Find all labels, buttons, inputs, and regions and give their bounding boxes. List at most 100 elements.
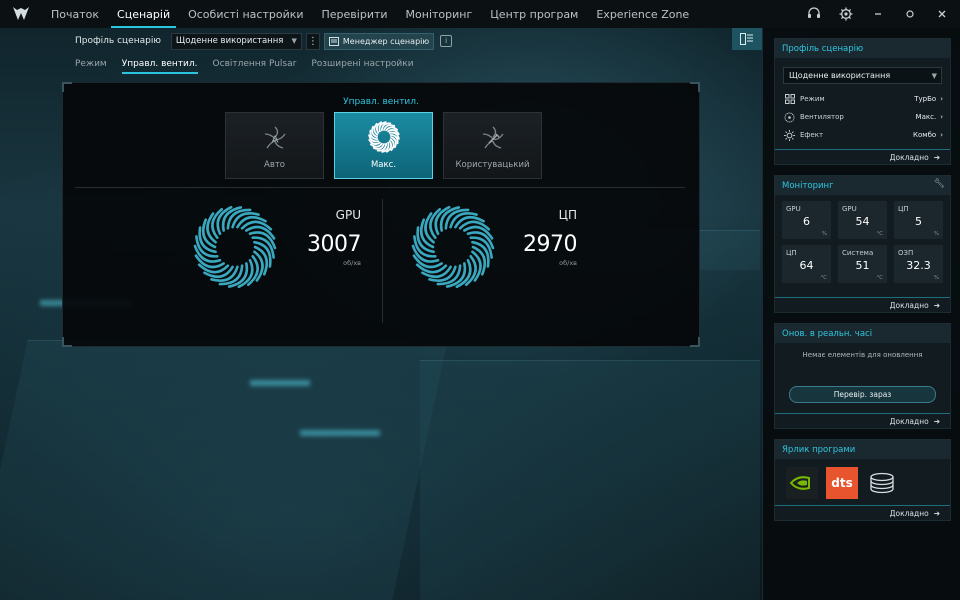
nav-personal-settings[interactable]: Особисті настройки	[179, 0, 312, 28]
cpu-fan-name: ЦП	[558, 208, 577, 222]
details-label: Докладно	[889, 152, 929, 162]
details-label: Докладно	[889, 416, 929, 426]
panel-corner	[62, 82, 72, 92]
panel-divider	[382, 199, 383, 323]
updates-card-details-link[interactable]: Докладно ➔	[775, 413, 950, 428]
custom-fan-icon	[482, 126, 504, 149]
updates-card-title: Онов. в реальн. часі	[775, 324, 950, 343]
arrow-right-icon: ➔	[933, 152, 940, 162]
nav-scenario[interactable]: Сценарій	[108, 0, 179, 28]
settings-gear-icon[interactable]	[838, 6, 854, 22]
effect-sun-icon	[784, 129, 795, 141]
scenario-subtabs: Режим Управл. вентил. Освітлення Pulsar …	[75, 56, 429, 74]
chevron-down-icon: ▼	[931, 71, 937, 80]
cpu-fan-graphic	[411, 205, 495, 289]
nav-app-center[interactable]: Центр програм	[481, 0, 587, 28]
profile-row-effect[interactable]: Ефект Комбо ›	[775, 126, 950, 144]
profile-row-mode[interactable]: Режим ТурБо ›	[775, 90, 950, 108]
fan-mode-auto[interactable]: A Авто	[225, 112, 324, 179]
max-fan-icon	[367, 121, 400, 153]
fan-mode-max[interactable]: Макс.	[334, 112, 433, 179]
profile-card: Профіль сценарію Щоденне використання ▼ …	[774, 38, 951, 165]
cpu-fan-unit: об/хв	[559, 259, 577, 267]
headset-icon[interactable]	[806, 6, 822, 22]
profile-row-fan-label: Вентилятор	[800, 113, 844, 121]
monitor-gpu-load: GPU 6 %	[782, 201, 831, 239]
fan-mode-custom[interactable]: Користувацький	[443, 112, 542, 179]
close-icon[interactable]	[934, 6, 950, 22]
nav-monitoring[interactable]: Моніторинг	[397, 0, 482, 28]
profile-row-effect-label: Ефект	[800, 131, 824, 139]
profile-card-select[interactable]: Щоденне використання ▼	[783, 67, 942, 84]
chevron-right-icon: ›	[940, 95, 943, 103]
maximize-icon[interactable]	[902, 6, 918, 22]
dts-icon[interactable]: dts	[826, 467, 858, 499]
fan-mode-auto-label: Авто	[264, 160, 285, 170]
monitoring-card-title-text: Моніторинг	[782, 180, 834, 191]
monitor-ram-load: ОЗП 32.3 %	[894, 245, 943, 283]
profile-select[interactable]: Щоденне використання ▼	[170, 32, 302, 50]
fan-mode-max-label: Макс.	[370, 160, 397, 170]
realtime-updates-card: Онов. в реальн. часі Немає елементів для…	[774, 323, 951, 429]
monitoring-grid: GPU 6 % GPU 54 °C ЦП 5 % ЦП 64 °C Систем…	[775, 195, 950, 289]
no-updates-note: Немає елементів для оновлення	[802, 351, 923, 359]
fan-icon	[784, 112, 795, 123]
predator-logo-icon[interactable]	[8, 0, 34, 28]
fan-control-panel: Управл. вентил. A Авто Макс. Користуваць…	[62, 82, 700, 347]
shortcut-list: dts	[775, 459, 950, 507]
gpu-fan-name: GPU	[335, 208, 361, 222]
arrow-right-icon: ➔	[933, 508, 940, 518]
minimize-icon[interactable]	[870, 6, 886, 22]
fan-mode-cards: A Авто Макс. Користувацький	[225, 112, 542, 179]
sidebar-toggle-button[interactable]	[732, 28, 762, 50]
scenario-manager-button[interactable]: Менеджер сценарію	[323, 32, 435, 50]
profile-row-effect-value: Комбо	[913, 131, 937, 139]
sidebar-panel-icon	[740, 33, 753, 45]
fan-mode-custom-label: Користувацький	[455, 160, 530, 170]
subtab-mode[interactable]: Режим	[75, 56, 107, 72]
profile-row-fan[interactable]: Вентилятор Макс. ›	[775, 108, 950, 126]
details-label: Докладно	[889, 300, 929, 310]
gpu-fan-rpm: 3007	[307, 232, 362, 257]
details-label: Докладно	[889, 508, 929, 518]
check-now-button[interactable]: Перевір. зараз	[789, 386, 936, 403]
profile-label: Профіль сценарію	[75, 36, 161, 46]
chevron-right-icon: ›	[940, 113, 943, 121]
subtab-advanced-settings[interactable]: Розширені настройки	[311, 56, 413, 72]
profile-select-value: Щоденне використання	[175, 36, 284, 46]
storage-disk-icon[interactable]	[866, 467, 898, 499]
subtab-fan-control[interactable]: Управл. вентил.	[121, 56, 198, 74]
main-nav: Початок Сценарій Особисті настройки Пере…	[42, 0, 698, 28]
wrench-icon[interactable]: 🔧︎	[934, 179, 945, 189]
app-shortcuts-card: Ярлик програми dts Докладно ➔	[774, 439, 951, 521]
panel-corner	[690, 337, 700, 347]
right-sidebar: Профіль сценарію Щоденне використання ▼ …	[762, 28, 960, 600]
nav-experience-zone[interactable]: Experience Zone	[587, 0, 698, 28]
cpu-fan-rpm: 2970	[523, 232, 578, 257]
arrow-right-icon: ➔	[933, 416, 940, 426]
nav-check[interactable]: Перевірити	[313, 0, 397, 28]
profile-card-details-link[interactable]: Докладно ➔	[775, 149, 950, 164]
monitor-cpu-load: ЦП 5 %	[894, 201, 943, 239]
arrow-right-icon: ➔	[933, 300, 940, 310]
monitor-gpu-temp: GPU 54 °C	[838, 201, 887, 239]
svg-text:A: A	[271, 135, 278, 146]
scenario-manager-label: Менеджер сценарію	[342, 36, 430, 46]
gpu-fan-block: GPU 3007 об/хв	[63, 205, 362, 318]
nav-home[interactable]: Початок	[42, 0, 108, 28]
gpu-fan-unit: об/хв	[343, 259, 361, 267]
panel-corner	[690, 82, 700, 92]
nvidia-icon[interactable]	[786, 467, 818, 499]
more-options-button[interactable]: ⋮	[305, 32, 320, 50]
shortcuts-card-details-link[interactable]: Докладно ➔	[775, 505, 950, 520]
panel-corner	[62, 337, 72, 347]
monitoring-card-details-link[interactable]: Докладно ➔	[775, 297, 950, 312]
auto-fan-icon: A	[264, 126, 286, 149]
top-bar: Початок Сценарій Особисті настройки Пере…	[0, 0, 960, 28]
subtab-pulsar-lighting[interactable]: Освітлення Pulsar	[213, 56, 297, 72]
info-icon[interactable]: i	[440, 35, 453, 47]
fan-control-title: Управл. вентил.	[343, 97, 419, 107]
profile-row-mode-value: ТурБо	[914, 95, 937, 103]
panel-divider	[75, 187, 685, 188]
profile-row-mode-label: Режим	[800, 95, 825, 103]
